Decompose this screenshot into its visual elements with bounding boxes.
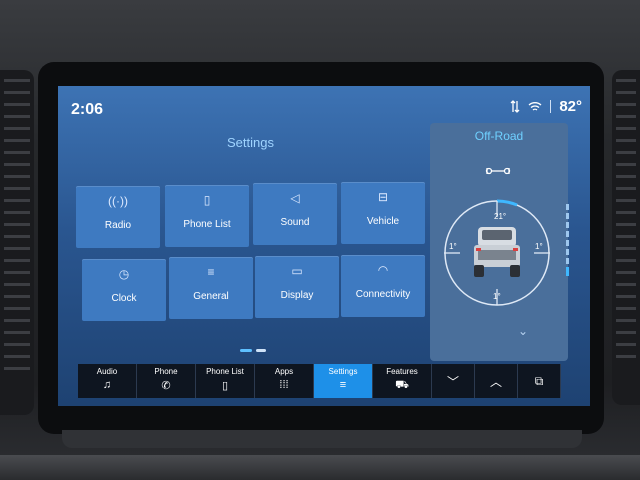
nav-audio[interactable]: Audio ♫ <box>78 364 137 398</box>
tile-vehicle[interactable]: ⊟ Vehicle <box>341 182 425 244</box>
offroad-title: Off-Road <box>474 129 524 143</box>
nav-phone-list[interactable]: Phone List ▯ <box>196 364 255 398</box>
tile-label: Vehicle <box>366 216 400 227</box>
phone-list-icon: ▯ <box>203 193 211 207</box>
phone-list-icon: ▯ <box>221 380 229 392</box>
nav-phone[interactable]: Phone ✆ <box>137 364 196 398</box>
clock-time: 2:06 <box>71 101 104 118</box>
tile-clock[interactable]: ◷ Clock <box>82 259 166 321</box>
chevron-up-icon[interactable]: ︿ <box>475 364 518 398</box>
truck-icon: ⛟ <box>395 379 409 391</box>
screen-chin <box>62 430 582 448</box>
nav-features[interactable]: Features ⛟ <box>373 364 432 398</box>
pitch-rear-value: 1° <box>493 292 501 301</box>
connectivity-icon: ◠ <box>377 263 389 277</box>
page-dot <box>256 349 266 352</box>
tile-label: Sound <box>280 217 310 228</box>
page-dot-active <box>240 349 252 352</box>
tile-phone-list[interactable]: ▯ Phone List <box>165 185 249 247</box>
left-air-vent <box>0 70 34 415</box>
sound-icon: ◁ <box>290 191 300 205</box>
nav-label: Settings <box>328 367 358 376</box>
wifi-icon <box>528 101 542 112</box>
offroad-panel[interactable]: Off-Road 21° 1° 1° 1° <box>430 123 568 361</box>
status-divider <box>550 100 552 113</box>
nav-settings[interactable]: Settings ≡ <box>314 364 373 398</box>
pitch-arc <box>496 199 518 207</box>
outside-temperature: 82° <box>559 98 582 115</box>
screen-toggle-icon[interactable]: ⧉ <box>518 364 561 398</box>
nav-label: Features <box>386 367 418 376</box>
nav-apps[interactable]: Apps ⁞⁞⁞ <box>255 364 314 398</box>
music-note-icon: ♫ <box>102 379 112 391</box>
page-title: Settings <box>227 135 274 150</box>
nav-label: Apps <box>274 367 294 376</box>
tile-label: Connectivity <box>355 289 411 300</box>
nav-label: Phone List <box>206 367 244 376</box>
phone-icon: ✆ <box>161 380 171 392</box>
tile-label: Radio <box>104 220 132 231</box>
roll-left-value: 1° <box>449 242 457 251</box>
general-icon: ≡ <box>207 265 215 279</box>
apps-grid-icon: ⁞⁞⁞ <box>279 379 289 391</box>
vehicle-icon: ⊟ <box>377 190 389 204</box>
inclinometer-gauge: 21° 1° 1° 1° <box>444 167 550 306</box>
bottom-nav-bar: Audio ♫ Phone ✆ Phone List ▯ Apps ⁞⁞⁞ Settings ≡ F… <box>78 364 578 398</box>
nav-label: Audio <box>96 367 118 376</box>
pitch-front-value: 21° <box>494 212 506 221</box>
truck-rear-view <box>474 227 520 277</box>
offroad-scrollbar[interactable] <box>566 204 569 292</box>
clock-icon: ◷ <box>118 267 130 281</box>
tile-display[interactable]: ▭ Display <box>255 256 339 318</box>
status-icons: 82° <box>510 98 582 115</box>
axle-icon <box>485 167 511 175</box>
dash-trim <box>0 455 640 480</box>
nav-label: Phone <box>154 367 178 376</box>
tile-connectivity[interactable]: ◠ Connectivity <box>341 255 425 317</box>
tile-sound[interactable]: ◁ Sound <box>253 183 337 245</box>
status-bar: 2:06 82° <box>58 86 590 126</box>
tile-label: Display <box>280 290 314 301</box>
roll-right-value: 1° <box>535 242 543 251</box>
tile-label: Phone List <box>183 219 231 230</box>
chevron-down-icon[interactable]: ⌄ <box>518 324 528 338</box>
page-indicator <box>240 349 266 352</box>
tile-general[interactable]: ≡ General <box>169 257 253 319</box>
chevron-down-icon[interactable]: ﹀ <box>432 364 475 398</box>
display-icon: ▭ <box>291 264 303 278</box>
tile-label: Clock <box>111 293 137 304</box>
settings-sliders-icon: ≡ <box>339 379 347 391</box>
tile-label: General <box>193 291 229 302</box>
right-air-vent <box>612 70 640 405</box>
tile-radio[interactable]: ((·)) Radio <box>76 186 160 248</box>
radio-icon: ((·)) <box>108 194 128 208</box>
usb-icon <box>510 100 520 113</box>
infotainment-screen: 2:06 82° Settings ((·)) Radio ▯ Phone List ◁… <box>58 86 590 406</box>
